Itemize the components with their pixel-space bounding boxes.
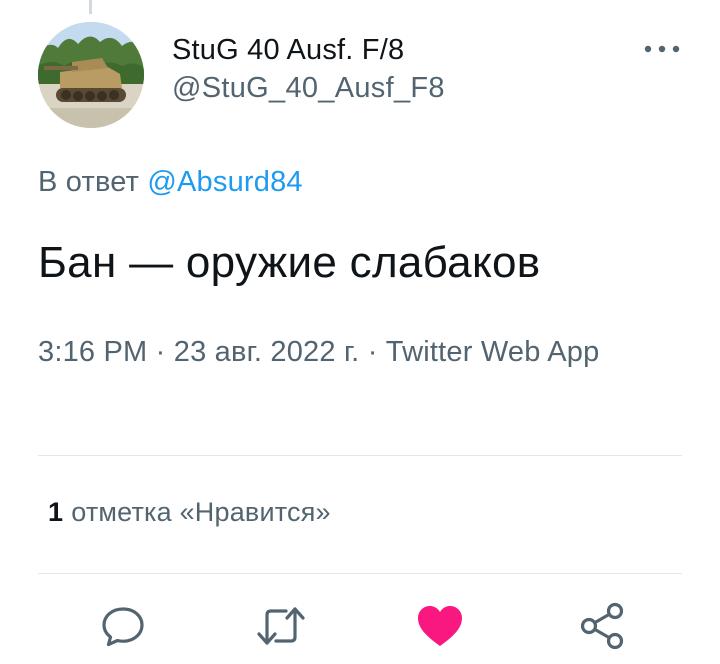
tweet-meta: 3:16 PM · 23 авг. 2022 г. · Twitter Web … [38, 336, 600, 368]
retweet-icon [257, 607, 305, 645]
reply-mention-link[interactable]: @Absurd84 [147, 166, 302, 198]
divider-top [38, 455, 682, 456]
reply-context: В ответ @Absurd84 [38, 166, 303, 199]
likes-count: 1 [48, 497, 64, 527]
more-options-button[interactable] [642, 34, 682, 64]
user-names: StuG 40 Ausf. F/8 @StuG_40_Ausf_F8 [172, 32, 445, 108]
user-handle[interactable]: @StuG_40_Ausf_F8 [172, 68, 445, 108]
thread-connector-line [89, 0, 92, 14]
likes-stat[interactable]: 1 отметка «Нравится» [48, 497, 331, 528]
retweet-button[interactable] [253, 598, 309, 654]
avatar[interactable] [38, 22, 144, 128]
display-name[interactable]: StuG 40 Ausf. F/8 [172, 32, 445, 68]
share-icon [580, 602, 624, 650]
tank-photo-avatar [38, 22, 144, 128]
likes-label: отметка «Нравится» [71, 497, 331, 527]
heart-icon [418, 606, 462, 646]
comment-icon [102, 607, 144, 647]
tweet-text: Бан — оружие слабаков [38, 238, 541, 287]
tweet-header: StuG 40 Ausf. F/8 @StuG_40_Ausf_F8 [38, 22, 682, 128]
ellipsis-icon [644, 45, 680, 53]
share-button[interactable] [575, 598, 631, 654]
action-bar [0, 598, 720, 654]
divider-bottom [38, 573, 682, 574]
reply-button[interactable] [95, 598, 151, 654]
reply-prefix: В ответ [38, 166, 140, 198]
like-button[interactable] [412, 598, 468, 654]
